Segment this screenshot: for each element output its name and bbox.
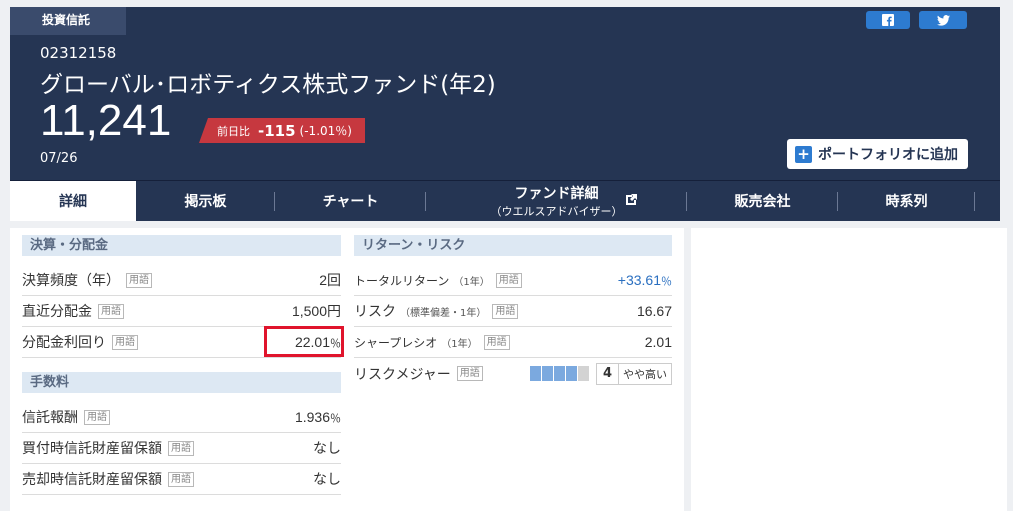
- fee-value: 1.936: [294, 408, 330, 425]
- side-panel: [691, 228, 1007, 511]
- tab-detail[interactable]: 詳細: [10, 181, 136, 221]
- row-value: 1.936％: [295, 409, 341, 426]
- row-label: 売却時信託財産留保額: [22, 472, 162, 488]
- risk-measure-row: リスクメジャー 用語 4 やや高い: [354, 358, 672, 389]
- tab-board-label: 掲示板: [184, 194, 227, 210]
- risk-level-text: やや高い: [623, 367, 667, 381]
- row-value: なし: [313, 440, 341, 456]
- sale-retention-row: 売却時信託財産留保額 用語 なし: [22, 464, 341, 495]
- glossary-link[interactable]: 用語: [495, 272, 522, 288]
- row-note: （1年）: [453, 276, 490, 288]
- twitter-share-button[interactable]: [919, 11, 967, 29]
- row-value: なし: [313, 471, 341, 487]
- tab-time-series[interactable]: 時系列: [838, 181, 975, 221]
- glossary-link[interactable]: 用語: [168, 440, 194, 456]
- risk-level-number: 4: [597, 363, 619, 384]
- plus-icon: +: [795, 145, 812, 163]
- row-label: シャープレシオ: [354, 335, 438, 350]
- row-value: 2回: [319, 272, 341, 288]
- glossary-link[interactable]: 用語: [456, 366, 483, 381]
- tab-distributors[interactable]: 販売会社: [687, 181, 838, 221]
- row-label: トータルリターン: [354, 273, 450, 288]
- purchase-retention-row: 買付時信託財産留保額 用語 なし: [22, 433, 341, 464]
- tab-fund-detail[interactable]: ファンド詳細 （ウエルスアドバイザー）: [426, 181, 687, 221]
- glossary-link[interactable]: 用語: [126, 272, 152, 288]
- trust-fee-row: 信託報酬 用語 1.936％: [22, 402, 341, 433]
- price-date: 07/26: [40, 151, 78, 166]
- facebook-share-button[interactable]: [866, 11, 910, 29]
- change-value: -115: [258, 121, 296, 140]
- row-value: +33.61％: [618, 272, 672, 289]
- unit: ％: [330, 412, 341, 425]
- row-label: 買付時信託財産留保額: [22, 441, 162, 457]
- external-link-icon: [625, 194, 637, 209]
- return-value: +33.61: [617, 271, 661, 288]
- tab-detail-label: 詳細: [59, 194, 87, 210]
- fees-heading: 手数料: [22, 372, 341, 393]
- tab-fund-detail-sub: （ウエルスアドバイザー）: [490, 205, 623, 218]
- change-label: 前日比: [217, 124, 250, 138]
- row-note: （1年）: [441, 338, 478, 350]
- risk-meter-segment: [553, 366, 565, 381]
- settlement-heading: 決算・分配金: [22, 235, 341, 256]
- unit: ％: [661, 275, 672, 288]
- glossary-link[interactable]: 用語: [492, 303, 519, 319]
- row-label: 決算頻度（年）: [22, 273, 120, 289]
- add-to-portfolio-label: ポートフォリオに追加: [818, 147, 958, 163]
- highlight-box: [264, 326, 344, 357]
- add-to-portfolio-button[interactable]: + ポートフォリオに追加: [787, 139, 968, 169]
- change-percent: (-1.01％): [299, 124, 352, 138]
- risk-level-badge: 4 やや高い: [595, 362, 672, 385]
- row-label: 信託報酬: [22, 410, 78, 426]
- twitter-icon: [936, 14, 950, 26]
- row-note: （標準偏差・1年）: [400, 307, 487, 319]
- row-label: リスクメジャー: [354, 366, 451, 383]
- risk-meter-segment: [565, 366, 577, 381]
- glossary-link[interactable]: 用語: [483, 334, 510, 350]
- row-label: 分配金利回り: [22, 335, 106, 351]
- glossary-link[interactable]: 用語: [168, 471, 194, 487]
- glossary-link[interactable]: 用語: [84, 409, 110, 425]
- tab-chart[interactable]: チャート: [275, 181, 426, 221]
- tab-time-series-label: 時系列: [885, 194, 928, 210]
- total-return-row: トータルリターン （1年） 用語 +33.61％: [354, 265, 672, 296]
- tab-board[interactable]: 掲示板: [136, 181, 275, 221]
- glossary-link[interactable]: 用語: [112, 334, 138, 350]
- fund-code: 02312158: [40, 44, 117, 62]
- fund-header: 投資信託 02312158 グローバル･ロボティクス株式ファンド(年2) 11,…: [10, 7, 1000, 180]
- category-label: 投資信託: [10, 7, 126, 35]
- row-value: 2.01: [644, 334, 672, 350]
- latest-distribution-row: 直近分配金 用語 1,500円: [22, 296, 341, 327]
- tab-distributors-label: 販売会社: [734, 194, 791, 210]
- settlement-frequency-row: 決算頻度（年） 用語 2回: [22, 265, 341, 296]
- tab-chart-label: チャート: [322, 194, 379, 210]
- sharpe-ratio-row: シャープレシオ （1年） 用語 2.01: [354, 327, 672, 358]
- glossary-link[interactable]: 用語: [98, 303, 124, 319]
- price-change-badge: 前日比 -115 (-1.01％): [199, 118, 365, 143]
- row-label: 直近分配金: [22, 304, 92, 320]
- risk-row: リスク （標準偏差・1年） 用語 16.67: [354, 296, 672, 327]
- row-label: リスク: [354, 304, 396, 320]
- risk-meter: 4 やや高い: [529, 362, 672, 385]
- row-value: 1,500円: [291, 303, 341, 319]
- return-risk-heading: リターン・リスク: [354, 235, 672, 256]
- row-value: 16.67: [636, 303, 672, 319]
- risk-meter-segment: [529, 366, 541, 381]
- risk-meter-segment: [541, 366, 553, 381]
- fund-tabs: 詳細 掲示板 チャート ファンド詳細 （ウエルスアドバイザー） 販売会社 時系列: [10, 180, 1000, 221]
- risk-meter-segment: [577, 366, 589, 381]
- facebook-icon: [882, 14, 894, 26]
- tab-fund-detail-label: ファンド詳細: [514, 186, 599, 202]
- base-price: 11,241: [40, 96, 172, 145]
